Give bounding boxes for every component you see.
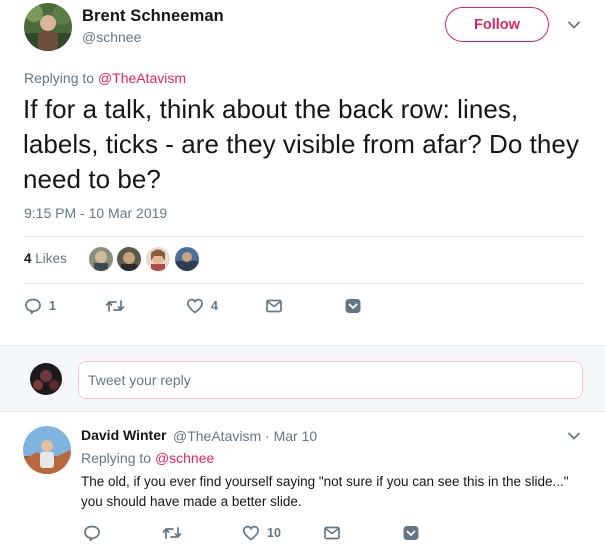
like-action[interactable]: 4 — [186, 297, 218, 315]
reply-text-line: The old, if you ever find yourself sayin… — [81, 474, 569, 489]
chevron-down-icon[interactable] — [566, 17, 582, 33]
envelope-icon — [265, 297, 283, 315]
divider — [24, 283, 583, 284]
message-action[interactable] — [323, 524, 341, 542]
retweet-action[interactable] — [162, 524, 189, 542]
retweet-icon — [162, 524, 182, 542]
divider — [24, 236, 583, 237]
replying-prefix: Replying to — [24, 70, 95, 86]
replying-to: Replying to @TheAtavism — [24, 70, 186, 86]
reply-action[interactable] — [83, 524, 108, 542]
like-count: 10 — [267, 526, 281, 540]
retweet-action[interactable] — [105, 297, 132, 315]
save-icon — [344, 297, 362, 315]
envelope-icon — [323, 524, 341, 542]
like-count: 4 — [211, 299, 218, 313]
reply-input[interactable] — [78, 361, 583, 399]
tweet-timestamp[interactable]: 9:15 PM - 10 Mar 2019 — [24, 205, 167, 221]
author-avatar[interactable] — [24, 3, 72, 51]
heart-icon — [186, 297, 204, 315]
liker-avatar[interactable] — [117, 247, 141, 271]
reply-text: The old, if you ever find yourself sayin… — [81, 472, 591, 512]
liker-avatar[interactable] — [175, 247, 199, 271]
meta-separator: · — [265, 428, 270, 444]
reply-icon — [24, 297, 42, 315]
replying-prefix: Replying to — [81, 450, 152, 466]
mention-link[interactable]: @TheAtavism — [98, 70, 186, 86]
tweet-text: If for a talk, think about the back row:… — [23, 94, 579, 194]
user-avatar[interactable] — [30, 363, 62, 395]
likes-stat[interactable]: 4 Likes — [24, 251, 67, 266]
like-action[interactable]: 10 — [242, 524, 281, 542]
reply-count: 1 — [49, 299, 56, 313]
likes-number: 4 — [24, 251, 32, 266]
reply-text-line: you should have made a better slide. — [81, 494, 302, 509]
heart-icon — [242, 524, 260, 542]
reply-author-handle[interactable]: @TheAtavism — [173, 428, 261, 444]
message-action[interactable] — [265, 297, 283, 315]
liker-avatar[interactable] — [146, 247, 170, 271]
mention-link[interactable]: @schnee — [155, 450, 214, 466]
reply-action[interactable]: 1 — [24, 297, 56, 315]
liker-avatar[interactable] — [89, 247, 113, 271]
reply-author-avatar[interactable] — [23, 426, 71, 474]
chevron-down-icon[interactable] — [566, 428, 582, 444]
reply-author-name[interactable]: David Winter — [81, 427, 166, 443]
author-name[interactable]: Brent Schneeman — [82, 7, 224, 26]
reply-icon — [83, 524, 101, 542]
save-action[interactable] — [344, 297, 362, 315]
save-action[interactable] — [402, 524, 420, 542]
follow-button[interactable]: Follow — [445, 7, 549, 42]
reply-meta: @TheAtavism · Mar 10 — [173, 428, 317, 444]
replying-to: Replying to @schnee — [81, 450, 214, 466]
retweet-icon — [105, 297, 125, 315]
reply-date[interactable]: Mar 10 — [274, 428, 318, 444]
author-handle[interactable]: @schnee — [82, 29, 141, 45]
likes-label: Likes — [35, 251, 67, 266]
save-icon — [402, 524, 420, 542]
